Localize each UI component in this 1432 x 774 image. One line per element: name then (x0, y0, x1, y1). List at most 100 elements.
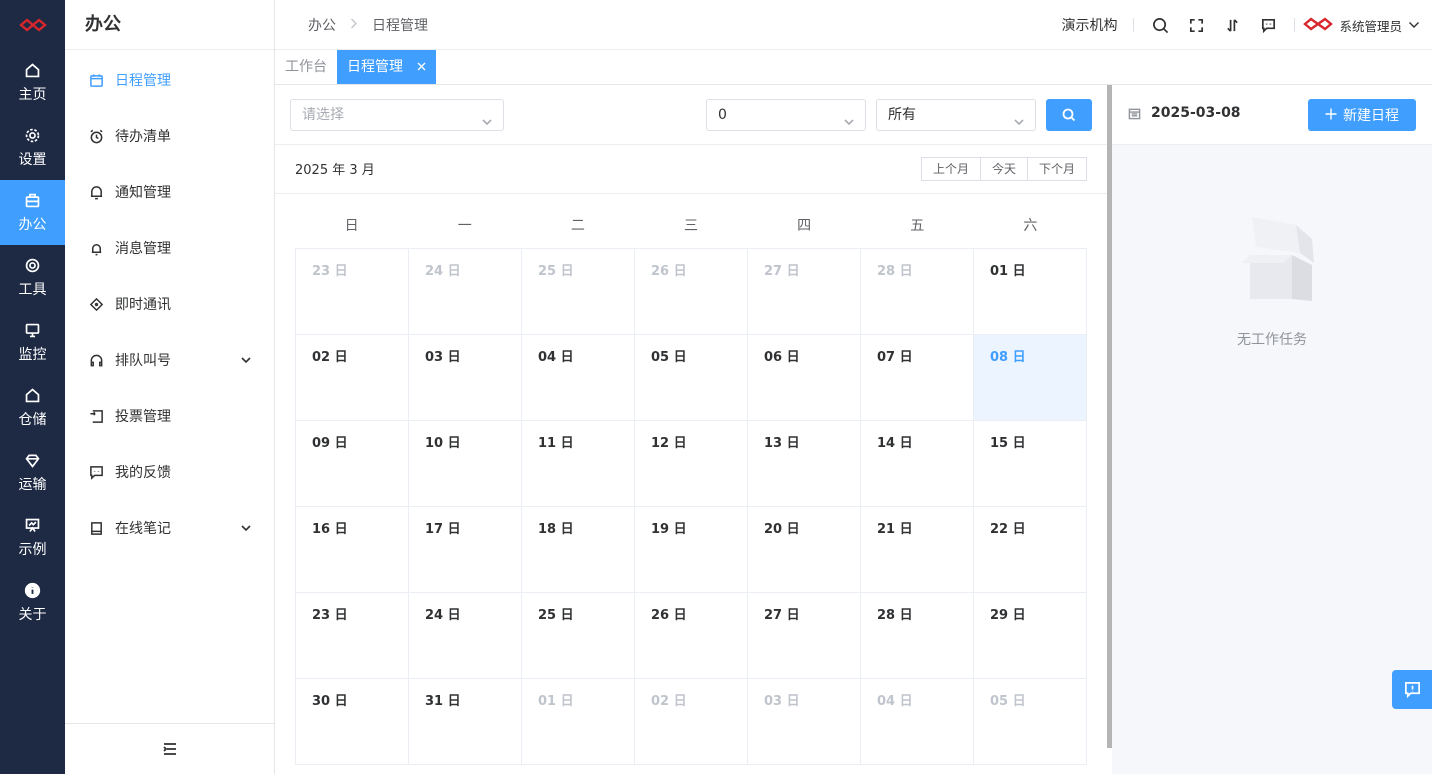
day-cell[interactable]: 30 日 (296, 679, 409, 765)
day-cell[interactable]: 26 日 (635, 249, 748, 335)
diamond-icon (24, 452, 42, 470)
collapse-menu-button[interactable] (65, 723, 274, 774)
menu-item-im[interactable]: 即时通讯 (65, 276, 274, 332)
breadcrumb: 办公 日程管理 (275, 15, 428, 35)
rail-item-monitor[interactable]: 监控 (0, 310, 65, 375)
day-cell[interactable]: 14 日 (861, 421, 974, 507)
day-cell[interactable]: 11 日 (522, 421, 635, 507)
rail-item-tools[interactable]: 工具 (0, 245, 65, 310)
weekday-label: 一 (457, 218, 472, 234)
schedule-detail-panel: 2025-03-08 新建日程 无工作任务 (1112, 85, 1432, 774)
sort-toggle-icon[interactable] (1222, 15, 1242, 35)
day-cell[interactable]: 09 日 (296, 421, 409, 507)
search-button[interactable] (1046, 99, 1092, 131)
day-cell[interactable]: 28 日 (861, 593, 974, 679)
menu-item-message[interactable]: 消息管理 (65, 220, 274, 276)
fullscreen-icon[interactable] (1186, 15, 1206, 35)
day-cell[interactable]: 03 日 (409, 335, 522, 421)
calendar-icon (89, 72, 105, 88)
user-menu[interactable]: 系统管理员 (1303, 16, 1420, 35)
day-cell[interactable]: 27 日 (748, 593, 861, 679)
bell-icon (89, 184, 105, 200)
rail-item-home[interactable]: 主页 (0, 50, 65, 115)
rail-item-settings[interactable]: 设置 (0, 115, 65, 180)
day-cell[interactable]: 16 日 (296, 507, 409, 593)
day-cell[interactable]: 23 日 (296, 593, 409, 679)
day-cell[interactable]: 04 日 (522, 335, 635, 421)
search-icon[interactable] (1150, 15, 1170, 35)
app-logo[interactable] (0, 0, 65, 50)
month-nav: 上个月 今天 下个月 (920, 157, 1087, 181)
day-cell[interactable]: 02 日 (635, 679, 748, 765)
new-schedule-button[interactable]: 新建日程 (1308, 99, 1416, 131)
calendar-week: 09 日 10 日 11 日 12 日 13 日 14 日 15 日 (296, 421, 1087, 507)
chevron-down-icon (1408, 19, 1420, 31)
day-cell[interactable]: 29 日 (974, 593, 1087, 679)
day-cell[interactable]: 03 日 (748, 679, 861, 765)
day-cell[interactable]: 31 日 (409, 679, 522, 765)
menu-item-todo[interactable]: 待办清单 (65, 108, 274, 164)
day-cell[interactable]: 17 日 (409, 507, 522, 593)
day-cell[interactable]: 22 日 (974, 507, 1087, 593)
menu-item-feedback[interactable]: 我的反馈 (65, 444, 274, 500)
rail-item-about[interactable]: 关于 (0, 570, 65, 635)
day-cell[interactable]: 15 日 (974, 421, 1087, 507)
next-month-button[interactable]: 下个月 (1027, 157, 1087, 181)
tab-schedule[interactable]: 日程管理 (337, 50, 436, 84)
day-cell[interactable]: 05 日 (635, 335, 748, 421)
org-name[interactable]: 演示机构 (1061, 15, 1117, 35)
day-cell[interactable]: 12 日 (635, 421, 748, 507)
calendar-weeks: 23 日 24 日 25 日 26 日 27 日 28 日 01 日 02 日 … (295, 248, 1087, 765)
menu-item-notice[interactable]: 通知管理 (65, 164, 274, 220)
day-cell[interactable]: 07 日 (861, 335, 974, 421)
day-cell[interactable]: 06 日 (748, 335, 861, 421)
message-icon[interactable] (1258, 15, 1278, 35)
category-select[interactable]: 请选择 (290, 99, 504, 131)
rail-item-warehouse[interactable]: 仓储 (0, 375, 65, 440)
day-cell[interactable]: 25 日 (522, 593, 635, 679)
today-button[interactable]: 今天 (980, 157, 1028, 181)
prev-month-button[interactable]: 上个月 (920, 157, 981, 181)
day-cell[interactable]: 25 日 (522, 249, 635, 335)
day-cell-selected[interactable]: 08 日 (974, 335, 1087, 421)
calendar-week: 16 日 17 日 18 日 19 日 20 日 21 日 22 日 (296, 507, 1087, 593)
breadcrumb-item[interactable]: 办公 (308, 15, 336, 35)
day-cell[interactable]: 04 日 (861, 679, 974, 765)
day-cell[interactable]: 26 日 (635, 593, 748, 679)
day-cell[interactable]: 24 日 (409, 593, 522, 679)
close-icon[interactable] (417, 50, 426, 84)
menu-item-queue[interactable]: 排队叫号 (65, 332, 274, 388)
day-cell[interactable]: 27 日 (748, 249, 861, 335)
menu-item-notes[interactable]: 在线笔记 (65, 500, 274, 556)
count-select-value: 0 (718, 107, 727, 123)
day-cell[interactable]: 23 日 (296, 249, 409, 335)
day-cell[interactable]: 05 日 (974, 679, 1087, 765)
day-cell[interactable]: 20 日 (748, 507, 861, 593)
day-cell[interactable]: 21 日 (861, 507, 974, 593)
day-cell[interactable]: 19 日 (635, 507, 748, 593)
day-cell[interactable]: 01 日 (522, 679, 635, 765)
lifebuoy-icon (24, 257, 42, 275)
chevron-down-icon (240, 354, 252, 366)
count-select[interactable]: 0 (706, 99, 866, 131)
rail-item-office[interactable]: 办公 (0, 180, 65, 245)
rail-item-examples[interactable]: 示例 (0, 505, 65, 570)
menu-item-vote[interactable]: 投票管理 (65, 388, 274, 444)
weekday-label: 三 (683, 218, 698, 234)
day-cell[interactable]: 01 日 (974, 249, 1087, 335)
tab-workbench[interactable]: 工作台 (275, 50, 337, 84)
breadcrumb-item: 日程管理 (372, 17, 428, 34)
day-cell[interactable]: 02 日 (296, 335, 409, 421)
chevron-down-icon (481, 109, 493, 126)
feedback-float-button[interactable] (1392, 670, 1432, 709)
calendar-week: 23 日 24 日 25 日 26 日 27 日 28 日 29 日 (296, 593, 1087, 679)
day-cell[interactable]: 28 日 (861, 249, 974, 335)
menu-item-schedule[interactable]: 日程管理 (65, 52, 274, 108)
day-cell[interactable]: 18 日 (522, 507, 635, 593)
user-name: 系统管理员 (1339, 18, 1402, 34)
day-cell[interactable]: 13 日 (748, 421, 861, 507)
rail-item-transport[interactable]: 运输 (0, 440, 65, 505)
day-cell[interactable]: 10 日 (409, 421, 522, 507)
day-cell[interactable]: 24 日 (409, 249, 522, 335)
scope-select[interactable]: 所有 (876, 99, 1036, 131)
